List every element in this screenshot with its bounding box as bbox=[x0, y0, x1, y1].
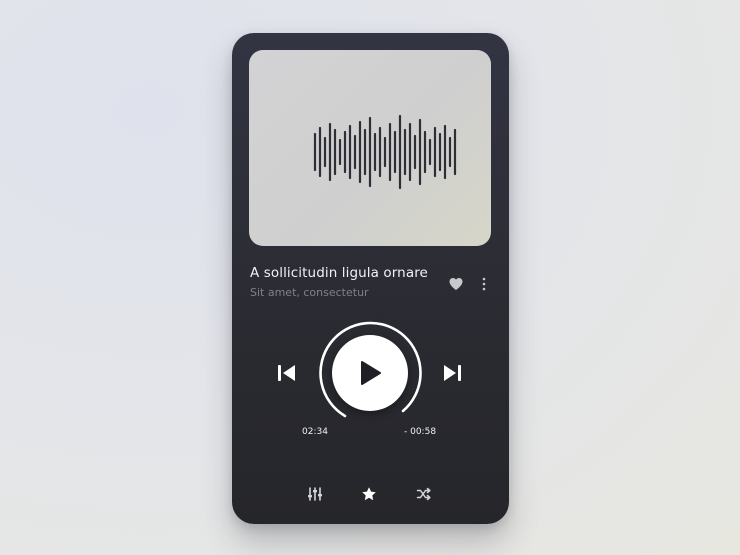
remaining-time: - 00:58 bbox=[404, 427, 437, 437]
music-player-card: A sollicitudin ligula ornare Sit amet, c… bbox=[232, 33, 509, 524]
star-icon[interactable] bbox=[361, 486, 377, 502]
track-artist: Sit amet, consectetur bbox=[250, 286, 369, 299]
elapsed-time: 02:34 bbox=[302, 427, 328, 437]
track-title: A sollicitudin ligula ornare bbox=[250, 265, 428, 281]
play-icon bbox=[361, 361, 381, 385]
equalizer-icon[interactable] bbox=[307, 486, 323, 502]
skip-previous-icon[interactable] bbox=[276, 363, 298, 383]
shuffle-icon[interactable] bbox=[416, 486, 432, 502]
skip-next-icon[interactable] bbox=[441, 363, 463, 383]
waveform-icon bbox=[313, 114, 457, 190]
more-vertical-icon[interactable] bbox=[480, 276, 488, 292]
album-artwork bbox=[249, 50, 491, 246]
play-button[interactable] bbox=[332, 335, 408, 411]
heart-icon[interactable] bbox=[448, 276, 464, 292]
